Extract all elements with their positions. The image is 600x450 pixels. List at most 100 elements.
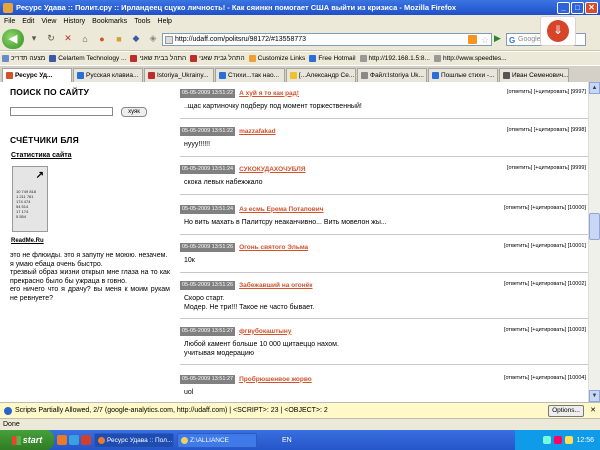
browser-tab[interactable]: Ресурс Уд... bbox=[2, 68, 72, 82]
start-button[interactable]: start bbox=[0, 430, 54, 450]
comment-author-link[interactable]: А хуй я то как рад! bbox=[239, 90, 299, 97]
menu-file[interactable]: File bbox=[4, 18, 15, 25]
bookmark-star-icon[interactable]: ☆ bbox=[481, 34, 489, 46]
firefox-icon[interactable] bbox=[57, 435, 67, 445]
bookmark-item[interactable]: Customize Links bbox=[248, 55, 305, 62]
tray-icon[interactable] bbox=[554, 436, 563, 444]
comment-date: 05-05-2009 13:51:24 bbox=[180, 164, 236, 174]
browser-tab[interactable]: Файл:Istoriya Uk... bbox=[357, 68, 427, 82]
quote-link[interactable]: [+цитировать] bbox=[534, 165, 569, 171]
reply-link[interactable]: [ответить] bbox=[504, 375, 529, 381]
forward-dropdown-icon[interactable]: ▾ bbox=[27, 32, 41, 46]
reply-link[interactable]: [ответить] bbox=[504, 205, 529, 211]
scrollbar-thumb[interactable] bbox=[589, 213, 600, 240]
rss-icon[interactable] bbox=[468, 35, 477, 44]
reply-link[interactable]: [ответить] bbox=[507, 127, 532, 133]
comment-author-link[interactable]: Аз есмь Ерема Потапович bbox=[239, 206, 323, 213]
site-search-input[interactable] bbox=[10, 107, 113, 116]
bookmark-item[interactable]: Celartem Technology ... bbox=[49, 55, 126, 62]
bookmark-item[interactable]: http://www.speedtes... bbox=[433, 55, 507, 62]
close-button[interactable]: ✕ bbox=[585, 1, 598, 14]
url-bar[interactable]: http://udaff.com/politsru/98172/#1355877… bbox=[162, 33, 492, 46]
site-search-button[interactable]: хуяк bbox=[121, 107, 147, 117]
comment-author-link[interactable]: фгвубокаштыну bbox=[239, 328, 291, 335]
browser-tab[interactable]: [...Александр Се... bbox=[286, 68, 356, 82]
bookmark-item[interactable]: מצעה תדריכ bbox=[2, 55, 45, 62]
ie-icon[interactable] bbox=[69, 435, 79, 445]
menu-edit[interactable]: Edit bbox=[22, 18, 34, 25]
scroll-up-arrow-icon[interactable]: ▲ bbox=[589, 82, 600, 94]
reply-link[interactable]: [ответить] bbox=[507, 165, 532, 171]
comment-author-link[interactable]: mazzafakad bbox=[239, 128, 276, 135]
browser-tab[interactable]: Istoriya_Ukrainy... bbox=[144, 68, 214, 82]
comment-number-link[interactable]: [9997] bbox=[571, 89, 586, 95]
menu-view[interactable]: View bbox=[41, 18, 56, 25]
go-arrow-icon[interactable]: ▶ bbox=[494, 33, 504, 46]
toolbar-addon-icon[interactable]: ■ bbox=[112, 32, 126, 46]
comment-number-link[interactable]: [10003] bbox=[568, 327, 586, 333]
quote-link[interactable]: [+цитировать] bbox=[534, 89, 569, 95]
bookmark-item[interactable]: התהל גבית שאני bbox=[190, 55, 245, 62]
menu-history[interactable]: History bbox=[63, 18, 85, 25]
window-title-bar[interactable]: Ресурс Удава :: Полит.сру :: Ирландеец с… bbox=[0, 0, 600, 15]
tray-icon[interactable] bbox=[543, 436, 552, 444]
language-indicator[interactable]: EN bbox=[282, 437, 292, 444]
clock[interactable]: 12:56 bbox=[576, 437, 594, 444]
bookmark-item[interactable]: התהל בבית שאני bbox=[130, 55, 186, 62]
menu-bookmarks[interactable]: Bookmarks bbox=[92, 18, 127, 25]
taskbar-item[interactable]: Ресурс Удава :: Пол... bbox=[94, 432, 174, 448]
bookmark-label: http://www.speedtes... bbox=[442, 55, 507, 62]
browser-tab[interactable]: Стихи...так нао... bbox=[215, 68, 285, 82]
comment-number-link[interactable]: [9999] bbox=[571, 165, 586, 171]
reply-link[interactable]: [ответить] bbox=[504, 243, 529, 249]
reload-icon[interactable]: ↻ bbox=[44, 32, 58, 46]
menu-tools[interactable]: Tools bbox=[134, 18, 150, 25]
site-favicon bbox=[165, 36, 173, 44]
stop-icon[interactable]: ✕ bbox=[61, 32, 75, 46]
vertical-scrollbar[interactable]: ▲ ▼ bbox=[588, 82, 600, 402]
quote-link[interactable]: [+цитировать] bbox=[534, 127, 569, 133]
bookmark-item[interactable]: http://192.168.1.5:8... bbox=[359, 55, 430, 62]
browser-tab[interactable]: Пошлые стихи -... bbox=[428, 68, 498, 82]
comment-number-link[interactable]: [9998] bbox=[571, 127, 586, 133]
readme-link[interactable]: ReadMe.Ru bbox=[11, 238, 44, 244]
comment-number-link[interactable]: [10001] bbox=[568, 243, 586, 249]
reply-link[interactable]: [ответить] bbox=[504, 281, 529, 287]
toolbar-addon-icon[interactable]: ◈ bbox=[146, 32, 160, 46]
tab-favicon bbox=[6, 72, 13, 79]
comment-number-link[interactable]: [10002] bbox=[568, 281, 586, 287]
browser-tab[interactable]: Русская клавиа... bbox=[73, 68, 143, 82]
reply-link[interactable]: [ответить] bbox=[504, 327, 529, 333]
minimize-button[interactable]: _ bbox=[557, 1, 570, 14]
browser-tab[interactable]: Иван Семенович... bbox=[499, 68, 569, 82]
noscript-options-button[interactable]: Options... bbox=[548, 405, 584, 417]
quote-link[interactable]: [+цитировать] bbox=[531, 281, 566, 287]
tray-icon[interactable] bbox=[565, 436, 574, 444]
quote-link[interactable]: [+цитировать] bbox=[531, 243, 566, 249]
reply-link[interactable]: [ответить] bbox=[507, 89, 532, 95]
taskbar-item[interactable]: Z:\ALLIANCE bbox=[177, 432, 257, 448]
close-icon[interactable]: ✕ bbox=[590, 406, 596, 414]
quote-link[interactable]: [+цитировать] bbox=[531, 327, 566, 333]
toolbar-addon-icon[interactable]: ◆ bbox=[129, 32, 143, 46]
comment-author-link[interactable]: Пробрюшенвое жорво bbox=[239, 376, 312, 383]
site-stats-link[interactable]: Статистика сайта bbox=[11, 152, 72, 159]
menu-help[interactable]: Help bbox=[158, 18, 172, 25]
comment-number-link[interactable]: [10000] bbox=[568, 205, 586, 211]
back-button[interactable]: ◀ bbox=[2, 28, 24, 49]
quote-link[interactable]: [+цитировать] bbox=[531, 375, 566, 381]
hit-counter-badge[interactable]: ↗ 10 749 818 1 211 761 174 474 54 514 17… bbox=[12, 166, 48, 232]
download-button[interactable]: ⇓ bbox=[540, 16, 576, 46]
toolbar-addon-icon[interactable]: ● bbox=[95, 32, 109, 46]
quote-link[interactable]: [+цитировать] bbox=[531, 205, 566, 211]
bookmark-item[interactable]: Free Hotmail bbox=[309, 55, 356, 62]
home-icon[interactable]: ⌂ bbox=[78, 32, 92, 46]
maximize-button[interactable]: □ bbox=[571, 1, 584, 14]
comment-number-link[interactable]: [10004] bbox=[568, 375, 586, 381]
comment-author-link[interactable]: СУКОКУДАХОЧУБЛЯ bbox=[239, 166, 305, 173]
comment-author-link[interactable]: Огонь святого Эльма bbox=[239, 244, 308, 251]
comment-text: нууу!!!!!! bbox=[184, 141, 211, 148]
scroll-down-arrow-icon[interactable]: ▼ bbox=[589, 390, 600, 402]
comment-author-link[interactable]: Забежавший на огонёк bbox=[239, 282, 312, 289]
opera-icon[interactable] bbox=[81, 435, 91, 445]
